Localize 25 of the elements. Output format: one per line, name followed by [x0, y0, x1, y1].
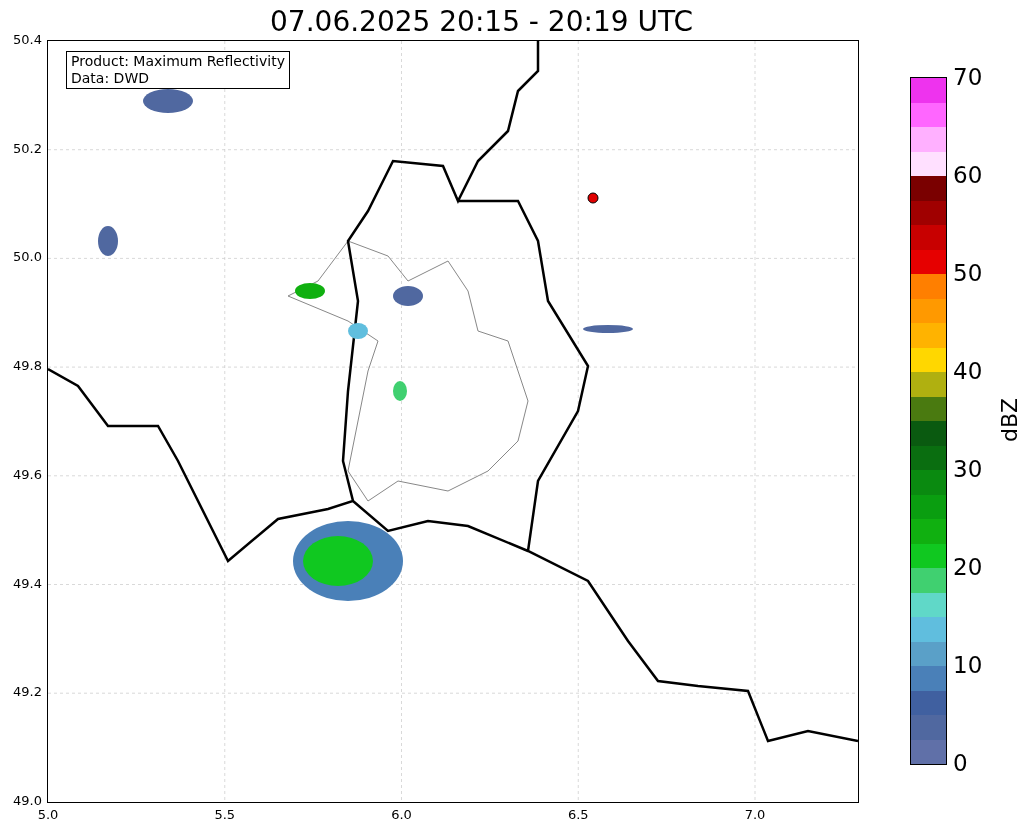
- colorbar-tick-label: 70: [953, 64, 983, 90]
- legend-text: Data: DWD: [71, 70, 150, 87]
- axis-tick-label: 7.0: [743, 807, 767, 823]
- axis-tick-label: 6.0: [390, 807, 413, 823]
- colorbar-tick-label: 60: [953, 162, 983, 188]
- axis-tick-label: 49.0: [13, 792, 42, 809]
- colorbar-tick-label: 0: [953, 750, 968, 776]
- axis-tick-label: 50.0: [13, 249, 42, 266]
- axis-tick-label: 49.6: [13, 466, 42, 483]
- chart-title: 07.06.2025 20:15 - 20:19 UTC: [270, 4, 693, 40]
- colorbar-tick-label: 30: [953, 456, 983, 482]
- axis-tick-label: 49.2: [13, 684, 42, 701]
- axis-tick-label: 50.2: [13, 140, 42, 157]
- colorbar-tick-label: 50: [953, 260, 983, 286]
- colorbar-label: dBZ: [997, 397, 1023, 443]
- axis-tick-label: 5.5: [213, 807, 237, 823]
- axis-tick-label: 5.0: [36, 807, 60, 823]
- axis-tick-label: 49.4: [13, 575, 42, 592]
- colorbar-tick-label: 40: [953, 358, 983, 384]
- colorbar-tick-label: 20: [953, 554, 983, 580]
- axis-tick-label: 6.5: [566, 807, 590, 823]
- legend-text: Product: Maximum Reflectivity: [71, 53, 285, 70]
- colorbar-tick-label: 10: [953, 652, 983, 678]
- axis-tick-label: 49.8: [13, 358, 42, 375]
- axis-tick-label: 50.4: [13, 32, 42, 48]
